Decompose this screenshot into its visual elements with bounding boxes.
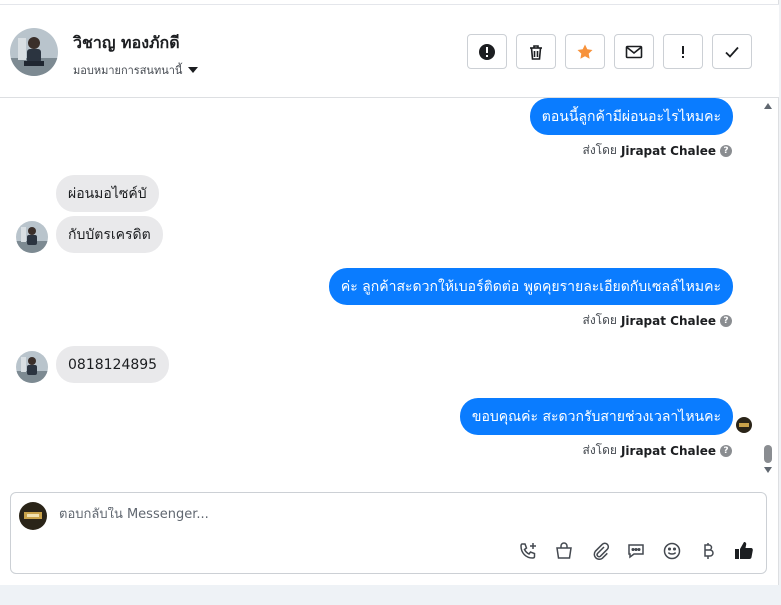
assign-conversation-dropdown[interactable]: มอบหมายการสนทนานี้ [73,61,199,79]
help-icon[interactable]: ? [720,144,732,157]
sent-by-name: Jirapat Chalee [620,313,716,328]
shopping-bag-icon[interactable] [553,540,575,562]
read-receipt-avatar [736,417,752,433]
contact-avatar-small [16,221,48,253]
incoming-message[interactable]: 0818124895 [56,346,170,383]
assign-label: มอบหมายการสนทนานี้ [73,64,183,77]
mark-unread-button[interactable] [614,34,654,69]
scroll-up-arrow-icon[interactable] [764,103,772,109]
paperclip-icon[interactable] [589,540,611,562]
scroll-down-arrow-icon[interactable] [764,467,772,473]
reply-input[interactable] [59,507,659,522]
sent-by-line: ส่งโดย Jirapat Chalee ? [582,441,732,460]
page-avatar [19,502,47,530]
sent-by-prefix: ส่งโดย [582,143,617,157]
follow-up-button[interactable] [663,34,703,69]
sent-by-line: ส่งโดย Jirapat Chalee ? [582,311,732,330]
conversation-panel: วิชาญ ทองภักดี มอบหมายการสนทนานี้ ตอนนี้… [0,0,779,585]
envelope-icon [625,45,643,58]
outgoing-message[interactable]: ค่ะ ลูกค้าสะดวกให้เบอร์ติดต่อ พูดคุยรายล… [328,268,733,305]
mark-done-button[interactable] [712,34,752,69]
sent-by-prefix: ส่งโดย [582,443,617,457]
contact-name: วิชาญ ทองภักดี [73,33,180,52]
message-scrollbar[interactable] [762,100,774,478]
outgoing-message[interactable]: ขอบคุณค่ะ สะดวกรับสายช่วงเวลาไหนคะ [459,398,733,435]
contact-avatar[interactable] [10,28,58,76]
emoji-icon[interactable] [661,540,683,562]
sent-by-name: Jirapat Chalee [620,143,716,158]
sent-by-name: Jirapat Chalee [620,443,716,458]
incoming-message[interactable]: กับบัตรเครดิต [56,216,163,253]
baht-icon[interactable] [697,540,719,562]
trash-icon [530,44,542,60]
caret-down-icon [188,67,199,73]
delete-button[interactable] [516,34,556,69]
page-bottom-strip [0,585,781,605]
thumbs-up-icon[interactable] [733,540,755,562]
star-icon [577,44,593,59]
spam-button[interactable] [467,34,507,69]
header-toolbar [467,34,752,69]
phone-add-icon[interactable] [517,540,539,562]
contact-avatar-small [16,351,48,383]
reply-composer [10,492,767,574]
composer-toolbar [517,540,755,562]
scrollbar-thumb[interactable] [764,445,772,463]
exclamation-icon [682,45,684,58]
alert-circle-icon [479,43,495,60]
chat-bubble-icon[interactable] [625,540,647,562]
help-icon[interactable]: ? [720,314,732,327]
help-icon[interactable]: ? [720,444,732,457]
sent-by-line: ส่งโดย Jirapat Chalee ? [582,141,732,160]
checkmark-icon [725,46,739,58]
conversation-header: วิชาญ ทองภักดี มอบหมายการสนทนานี้ [0,4,779,98]
incoming-message[interactable]: ผ่อนมอไซค์บั [56,175,159,212]
star-button[interactable] [565,34,605,69]
sent-by-prefix: ส่งโดย [582,313,617,327]
outgoing-message[interactable]: ตอนนี้ลูกค้ามีผ่อนอะไรไหมคะ [529,98,733,135]
